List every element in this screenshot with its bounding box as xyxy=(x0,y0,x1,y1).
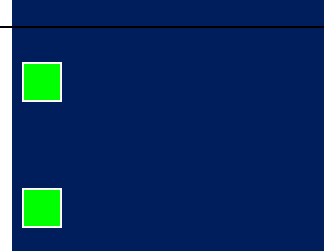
green-square-tile-2[interactable] xyxy=(22,188,62,228)
main-panel xyxy=(12,0,324,251)
header-divider-line xyxy=(0,26,324,28)
green-square-tile-1[interactable] xyxy=(22,62,62,102)
